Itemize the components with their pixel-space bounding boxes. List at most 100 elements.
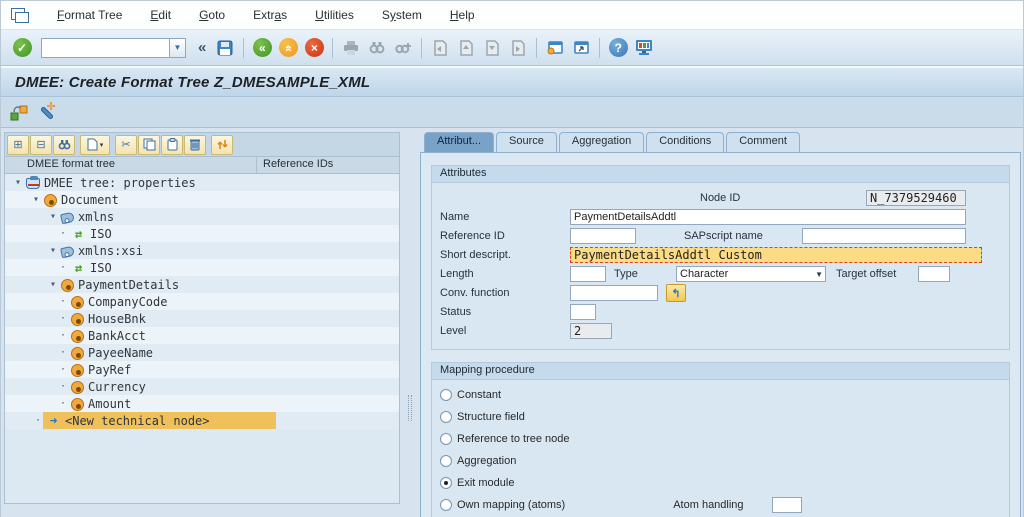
- tree-item-currency[interactable]: · Currency: [5, 378, 399, 395]
- cut-icon[interactable]: ✂: [115, 134, 137, 155]
- attributes-groupbox: Attributes Node ID Name Reference ID: [431, 165, 1010, 350]
- last-page-icon[interactable]: [506, 36, 530, 60]
- type-field[interactable]: [676, 266, 826, 282]
- new-session-icon[interactable]: [543, 36, 567, 60]
- length-field[interactable]: [570, 266, 606, 282]
- referenced-tree-icon[interactable]: [9, 102, 29, 122]
- exit-icon[interactable]: ×: [302, 36, 326, 60]
- application-toolbar: [1, 97, 1023, 128]
- tab-source[interactable]: Source: [496, 132, 557, 152]
- page-up-icon[interactable]: «: [276, 36, 300, 60]
- customize-layout-icon[interactable]: [632, 36, 656, 60]
- print-icon[interactable]: [339, 36, 363, 60]
- tree-item-bankacct[interactable]: · BankAcct: [5, 327, 399, 344]
- node-icon: [71, 397, 84, 411]
- radio-icon: [440, 410, 452, 423]
- delete-icon[interactable]: [184, 134, 206, 155]
- level-field: [570, 323, 612, 339]
- menu-utilities[interactable]: Utilities: [301, 5, 368, 25]
- menu-help[interactable]: Help: [436, 5, 489, 25]
- previous-page-icon[interactable]: [454, 36, 478, 60]
- menu-edit[interactable]: Edit: [136, 5, 185, 25]
- atom-handling-label: Atom handling: [673, 498, 744, 511]
- reference-id-field[interactable]: [570, 228, 636, 244]
- command-dropdown-icon[interactable]: ▼: [169, 37, 186, 58]
- node-icon: [71, 380, 84, 394]
- mapping-option-constant[interactable]: Constant: [440, 386, 1001, 403]
- expand-all-icon[interactable]: ⊞: [7, 134, 29, 155]
- detail-tabs: Attribut... Source Aggregation Condition…: [420, 132, 1021, 152]
- mapping-option-reference-to-tree-node[interactable]: Reference to tree node: [440, 430, 1001, 447]
- node-icon: [71, 329, 84, 343]
- first-page-icon[interactable]: [428, 36, 452, 60]
- tree-item-xmlns-xsi[interactable]: ▾ xmlns:xsi: [5, 242, 399, 259]
- radio-icon: [440, 498, 452, 511]
- find-icon[interactable]: [365, 36, 389, 60]
- tree-item-companycode[interactable]: · CompanyCode: [5, 293, 399, 310]
- node-icon: [71, 363, 84, 377]
- column-reference-ids[interactable]: Reference IDs: [257, 157, 399, 173]
- atom-handling-field[interactable]: [771, 496, 802, 513]
- tree-item-document[interactable]: ▾ Document: [5, 191, 399, 208]
- copy-icon[interactable]: [138, 134, 160, 155]
- dmee-root-icon: [26, 176, 40, 189]
- tree-item-payref[interactable]: · PayRef: [5, 361, 399, 378]
- collapse-command-icon[interactable]: «: [192, 39, 212, 56]
- command-input[interactable]: [41, 37, 169, 58]
- status-field[interactable]: [570, 304, 596, 320]
- tree-item-housebnk[interactable]: · HouseBnk: [5, 310, 399, 327]
- tab-comment[interactable]: Comment: [726, 132, 800, 152]
- tree-item-iso-2[interactable]: · ⇄ ISO: [5, 259, 399, 276]
- create-node-icon[interactable]: ▾: [80, 134, 110, 155]
- attributes-group-title: Attributes: [432, 166, 1009, 183]
- next-page-icon[interactable]: [480, 36, 504, 60]
- save-icon[interactable]: [213, 36, 237, 60]
- find-next-icon[interactable]: [391, 36, 415, 60]
- tree-item-new-technical-node[interactable]: · ➜ <New technical node>: [5, 412, 399, 429]
- menu-goto[interactable]: Goto: [185, 5, 239, 25]
- tab-aggregation[interactable]: Aggregation: [558, 132, 645, 152]
- node-icon: [71, 312, 84, 326]
- mapping-option-exit-module[interactable]: Exit module: [440, 474, 1001, 491]
- radio-icon: [440, 476, 452, 489]
- tree-item-amount[interactable]: · Amount: [5, 395, 399, 412]
- enter-icon[interactable]: ✓: [10, 36, 34, 60]
- tree-find-icon[interactable]: [53, 134, 75, 155]
- conv-function-field[interactable]: [570, 285, 658, 301]
- mapping-option-structure-field[interactable]: Structure field: [440, 408, 1001, 425]
- name-field[interactable]: [570, 209, 966, 225]
- panel-splitter[interactable]: [400, 132, 420, 517]
- tree-item-xmlns[interactable]: ▾ xmlns: [5, 208, 399, 225]
- radio-icon: [440, 432, 452, 445]
- menu-system[interactable]: System: [368, 5, 436, 25]
- create-shortcut-icon[interactable]: [569, 36, 593, 60]
- short-descript-field[interactable]: [570, 247, 982, 263]
- tree-item-root[interactable]: ▾ DMEE tree: properties: [5, 174, 399, 191]
- mapping-option-aggregation[interactable]: Aggregation: [440, 452, 1001, 469]
- type-combobox[interactable]: [676, 266, 826, 282]
- wizard-wand-icon[interactable]: [37, 102, 57, 122]
- mapping-option-own-mapping[interactable]: Own mapping (atoms) Atom handling: [440, 496, 1001, 513]
- mapping-procedure-groupbox: Mapping procedure Constant Structure fie…: [431, 362, 1010, 517]
- back-icon[interactable]: «: [250, 36, 274, 60]
- tree-item-iso-1[interactable]: · ⇄ ISO: [5, 225, 399, 242]
- sapscript-name-field[interactable]: [802, 228, 966, 244]
- target-offset-field[interactable]: [918, 266, 950, 282]
- tab-conditions[interactable]: Conditions: [646, 132, 725, 152]
- menu-extras[interactable]: Extras: [239, 5, 301, 25]
- help-icon[interactable]: ?: [606, 36, 630, 60]
- tree-item-payeename[interactable]: · PayeeName: [5, 344, 399, 361]
- exchange-nodes-icon[interactable]: [211, 134, 233, 155]
- collapse-all-icon[interactable]: ⊟: [30, 134, 52, 155]
- radio-icon: [440, 388, 452, 401]
- sapscript-name-label: SAPscript name: [684, 230, 763, 242]
- selected-row-highlight: ➜ <New technical node>: [43, 412, 276, 429]
- tab-attributes[interactable]: Attribut...: [424, 132, 495, 152]
- column-dmee-format-tree[interactable]: DMEE format tree: [5, 157, 257, 173]
- short-descript-label: Short descript.: [440, 249, 511, 261]
- conv-function-button[interactable]: ↰: [666, 284, 686, 302]
- tree-item-paymentdetails[interactable]: ▾ PaymentDetails: [5, 276, 399, 293]
- menu-format-tree[interactable]: Format Tree: [43, 5, 136, 25]
- paste-icon[interactable]: [161, 134, 183, 155]
- session-icon[interactable]: [11, 8, 29, 23]
